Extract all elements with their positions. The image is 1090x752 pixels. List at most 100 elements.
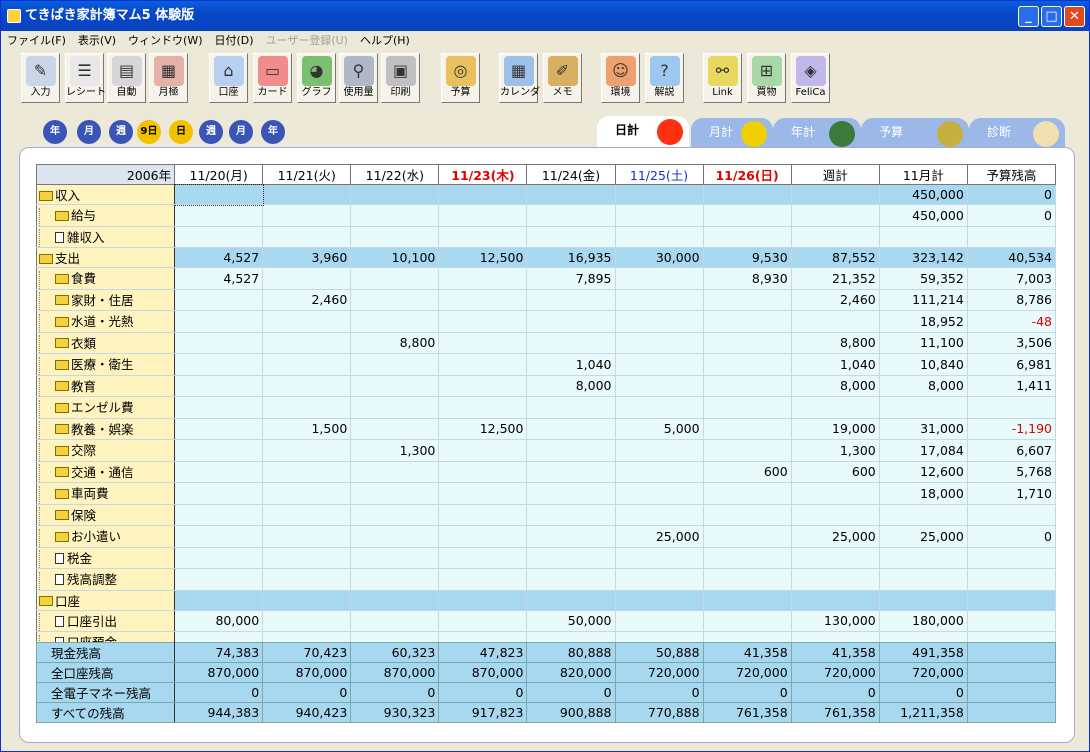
ledger-cell[interactable] <box>790 310 880 333</box>
ledger-cell[interactable] <box>438 225 528 248</box>
tab-0[interactable]: 日計 <box>597 116 689 150</box>
toolbar-button-1[interactable]: ☰ レシート <box>65 53 106 103</box>
ledger-cell[interactable]: 450,000 <box>878 184 968 205</box>
ledger-cell[interactable]: 10,840 <box>878 353 968 376</box>
ledger-cell[interactable] <box>614 503 704 526</box>
ledger-cell[interactable]: 4,527 <box>174 247 264 268</box>
ledger-cell[interactable]: 12,500 <box>438 247 528 268</box>
nav-arrow-7[interactable]: 年 <box>261 120 285 144</box>
ledger-cell[interactable] <box>614 204 704 227</box>
ledger-cell[interactable] <box>262 439 352 462</box>
menu-item-1[interactable]: 表示(V) <box>72 31 122 50</box>
ledger-cell[interactable] <box>526 184 616 205</box>
column-header-0[interactable]: 11/20(月) <box>174 164 264 185</box>
category-name[interactable]: 支出 <box>35 247 176 268</box>
ledger-cell[interactable] <box>526 331 616 354</box>
ledger-cell[interactable]: 3,960 <box>262 247 352 268</box>
ledger-cell[interactable]: 8,000 <box>526 374 616 397</box>
toolbar-button-4[interactable]: ⌂ 口座 <box>209 53 248 103</box>
ledger-cell[interactable] <box>526 310 616 333</box>
ledger-cell[interactable] <box>526 417 616 440</box>
ledger-cell[interactable]: 21,352 <box>790 267 880 290</box>
category-name[interactable]: 家財・住居 <box>35 288 176 311</box>
ledger-cell[interactable]: 12,500 <box>438 417 528 440</box>
ledger-cell[interactable] <box>702 417 792 440</box>
ledger-cell[interactable] <box>614 310 704 333</box>
ledger-cell[interactable] <box>438 503 528 526</box>
ledger-cell[interactable] <box>174 374 264 397</box>
nav-arrow-2[interactable]: 週 <box>109 120 133 144</box>
ledger-cell[interactable]: 180,000 <box>878 609 968 632</box>
ledger-cell[interactable]: 130,000 <box>790 609 880 632</box>
category-name[interactable]: 水道・光熱 <box>35 310 176 333</box>
ledger-cell[interactable] <box>350 417 440 440</box>
ledger-cell[interactable] <box>966 589 1057 611</box>
category-name[interactable]: 教養・娯楽 <box>35 417 176 440</box>
ledger-cell[interactable]: 12,600 <box>878 460 968 483</box>
ledger-cell[interactable]: 25,000 <box>614 525 704 548</box>
ledger-cell[interactable] <box>350 374 440 397</box>
category-name[interactable]: 衣類 <box>35 331 176 354</box>
menu-item-3[interactable]: 日付(D) <box>209 31 260 50</box>
ledger-cell[interactable] <box>614 609 704 632</box>
ledger-cell[interactable] <box>702 503 792 526</box>
ledger-cell[interactable]: 1,040 <box>790 353 880 376</box>
ledger-cell[interactable] <box>350 589 440 611</box>
ledger-cell[interactable] <box>614 225 704 248</box>
ledger-cell[interactable] <box>350 288 440 311</box>
ledger-cell[interactable] <box>614 184 704 205</box>
toolbar-button-7[interactable]: ⚲ 使用量 <box>339 53 378 103</box>
ledger-cell[interactable]: 1,710 <box>966 482 1057 505</box>
ledger-cell[interactable]: 323,142 <box>878 247 968 268</box>
ledger-cell[interactable]: 4,527 <box>174 267 264 290</box>
ledger-cell[interactable]: 1,300 <box>790 439 880 462</box>
ledger-cell[interactable]: 450,000 <box>878 204 968 227</box>
ledger-cell[interactable] <box>790 568 880 591</box>
category-name[interactable]: エンゼル費 <box>35 396 176 419</box>
nav-arrow-3[interactable]: 9日 <box>137 120 161 144</box>
ledger-cell[interactable] <box>262 184 352 205</box>
ledger-cell[interactable] <box>526 546 616 569</box>
ledger-cell[interactable]: 2,460 <box>790 288 880 311</box>
column-header-2[interactable]: 11/22(水) <box>350 164 440 185</box>
ledger-cell[interactable]: 0 <box>966 184 1057 205</box>
ledger-cell[interactable] <box>614 331 704 354</box>
ledger-cell[interactable] <box>790 482 880 505</box>
ledger-cell[interactable] <box>174 482 264 505</box>
ledger-cell[interactable] <box>702 225 792 248</box>
ledger-cell[interactable]: 111,214 <box>878 288 968 311</box>
ledger-cell[interactable]: -1,190 <box>966 417 1057 440</box>
ledger-cell[interactable]: 5,768 <box>966 460 1057 483</box>
column-header-3[interactable]: 11/23(木) <box>438 164 528 185</box>
ledger-cell[interactable]: 25,000 <box>790 525 880 548</box>
ledger-cell[interactable] <box>174 417 264 440</box>
ledger-cell[interactable]: 600 <box>702 460 792 483</box>
ledger-cell[interactable] <box>174 396 264 419</box>
ledger-cell[interactable] <box>438 546 528 569</box>
ledger-cell[interactable]: 1,300 <box>350 439 440 462</box>
ledger-cell[interactable] <box>174 288 264 311</box>
ledger-cell[interactable] <box>262 546 352 569</box>
category-name[interactable]: 口座 <box>35 589 176 611</box>
ledger-cell[interactable] <box>702 374 792 397</box>
ledger-cell[interactable] <box>350 503 440 526</box>
ledger-cell[interactable] <box>966 609 1057 632</box>
ledger-cell[interactable] <box>174 353 264 376</box>
toolbar-button-10[interactable]: ▦ カレンダ <box>499 53 540 103</box>
ledger-cell[interactable] <box>262 374 352 397</box>
ledger-cell[interactable] <box>438 482 528 505</box>
ledger-cell[interactable] <box>790 546 880 569</box>
ledger-cell[interactable] <box>262 396 352 419</box>
category-name[interactable]: 残高調整 <box>35 568 176 591</box>
ledger-cell[interactable]: 7,895 <box>526 267 616 290</box>
ledger-cell[interactable]: 7,003 <box>966 267 1057 290</box>
ledger-cell[interactable] <box>790 589 880 611</box>
ledger-cell[interactable]: 87,552 <box>790 247 880 268</box>
ledger-cell[interactable] <box>262 331 352 354</box>
ledger-cell[interactable]: 8,800 <box>350 331 440 354</box>
nav-arrow-4[interactable]: 日 <box>169 120 193 144</box>
app-icon[interactable] <box>7 9 21 23</box>
ledger-cell[interactable] <box>966 225 1057 248</box>
ledger-cell[interactable] <box>438 568 528 591</box>
ledger-cell[interactable] <box>878 568 968 591</box>
